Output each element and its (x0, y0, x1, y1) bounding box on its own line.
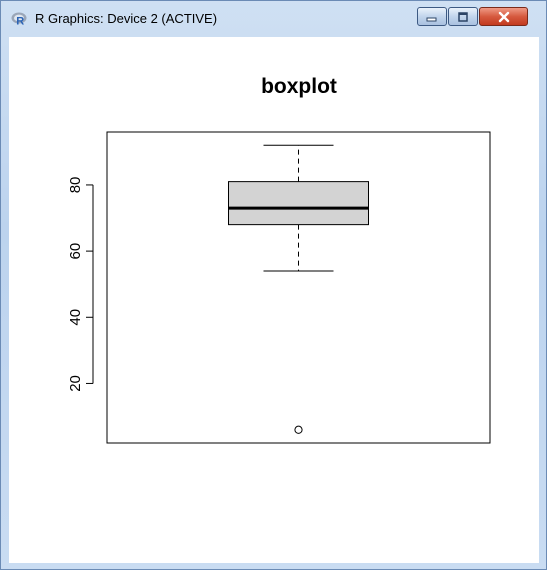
title-bar[interactable]: R R Graphics: Device 2 (ACTIVE) (1, 1, 546, 37)
iqr-box (228, 181, 369, 226)
outlier-point (294, 425, 303, 434)
window-title: R Graphics: Device 2 (ACTIVE) (35, 11, 218, 26)
y-tick-label: 20 (67, 375, 84, 392)
r-graphics-window: R R Graphics: Device 2 (ACTIVE) boxplot … (0, 0, 547, 570)
minimize-button[interactable] (417, 7, 447, 26)
svg-text:R: R (16, 16, 24, 27)
close-button[interactable] (479, 7, 528, 26)
maximize-icon (458, 11, 468, 22)
y-axis: 20 40 60 80 (67, 177, 94, 392)
minimize-icon (426, 17, 437, 21)
y-tick-label: 80 (67, 177, 84, 194)
y-tick-label: 40 (67, 309, 84, 326)
box-marks (228, 144, 369, 434)
r-logo-icon: R (11, 12, 27, 26)
close-icon (498, 11, 509, 22)
y-tick-label: 60 (67, 243, 84, 260)
chart-title: boxplot (261, 75, 337, 98)
maximize-button[interactable] (448, 7, 478, 26)
boxplot-chart: boxplot 20 40 60 80 (67, 75, 491, 444)
graphics-canvas: boxplot 20 40 60 80 (9, 37, 539, 563)
